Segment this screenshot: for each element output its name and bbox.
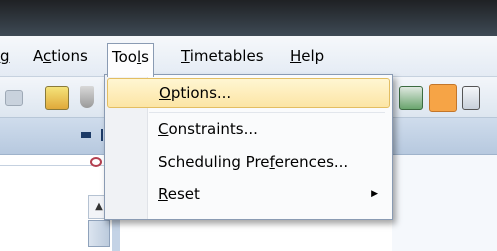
menu-separator: [149, 112, 385, 113]
right-panel-header: [392, 118, 497, 155]
menu-option-reset[interactable]: Reset ▶: [107, 179, 388, 209]
menu-option-label: Options...: [159, 84, 232, 102]
filter-icon[interactable]: [80, 86, 94, 108]
screen-export-icon[interactable]: [399, 86, 423, 110]
status-icon: [90, 157, 102, 167]
menu-option-label: Scheduling Preferences...: [158, 153, 349, 171]
menu-timetables[interactable]: Timetables: [181, 44, 264, 68]
active-view-icon[interactable]: [429, 84, 457, 112]
minimize-icon[interactable]: [81, 132, 91, 138]
menu-option-label: Constraints...: [158, 120, 258, 138]
tools-dropdown-menu: Options... Constraints... Scheduling Pre…: [104, 74, 393, 220]
layout-icon[interactable]: [5, 90, 23, 106]
scroll-thumb[interactable]: [88, 220, 110, 247]
menu-option-constraints[interactable]: Constraints...: [107, 114, 388, 144]
panel-header: [0, 118, 120, 155]
window-icon[interactable]: [462, 86, 480, 110]
right-content: [392, 155, 497, 251]
menu-option-scheduling-preferences[interactable]: Scheduling Preferences...: [107, 147, 388, 177]
menu-bar: g Actions Tools Timetables Help: [0, 36, 497, 77]
menu-help[interactable]: Help: [290, 44, 324, 68]
menu-tools[interactable]: Tools: [107, 43, 154, 77]
calendar-icon[interactable]: [45, 86, 69, 110]
menu-option-options[interactable]: Options...: [107, 78, 390, 108]
submenu-arrow-icon: ▶: [371, 189, 378, 199]
menu-option-label: Reset: [158, 185, 200, 203]
menu-actions[interactable]: Actions: [33, 44, 88, 68]
window-titlebar: [0, 0, 497, 36]
menu-item-partial[interactable]: g: [0, 44, 10, 68]
